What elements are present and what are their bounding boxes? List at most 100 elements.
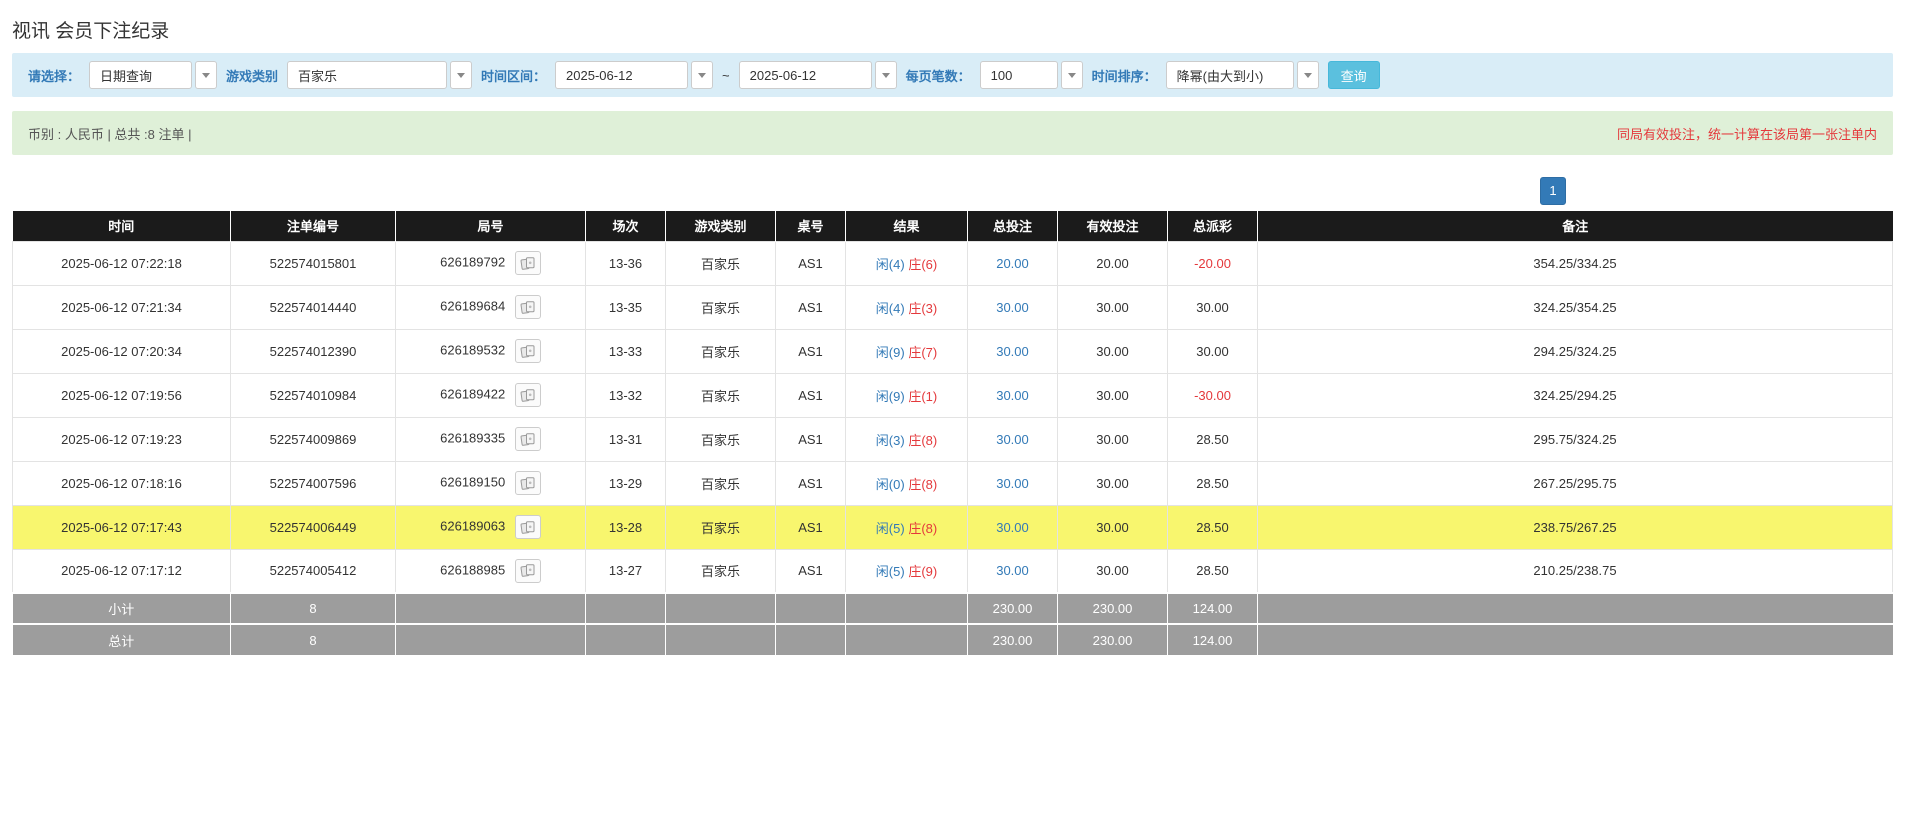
grand-total-payout: 124.00: [1167, 623, 1258, 655]
query-type-select[interactable]: 日期查询: [89, 61, 218, 89]
caret-icon: [1303, 72, 1312, 78]
column-header: 结果: [845, 211, 968, 241]
date-from-select[interactable]: 2025-06-12: [555, 61, 714, 89]
date-to-value: 2025-06-12: [738, 61, 872, 89]
column-header: 桌号: [775, 211, 846, 241]
column-header: 总派彩: [1167, 211, 1258, 241]
game-type-value: 百家乐: [287, 61, 448, 89]
result-banker: 庄(6): [908, 256, 938, 272]
cell-bet-id: 522574010984: [230, 372, 396, 418]
cell-remark: 210.25/238.75: [1257, 548, 1893, 594]
cell-time: 2025-06-12 07:19:23: [12, 416, 231, 462]
total-bet-link[interactable]: 30.00: [996, 476, 1029, 491]
cell-total-bet: 30.00: [967, 372, 1058, 418]
result-banker: 庄(8): [908, 476, 938, 492]
table-header-row: 时间 注单编号 局号 场次 游戏类别 桌号 结果 总投注 有效投注 总派彩 备注: [12, 211, 1893, 241]
cell-result: 闲(3) 庄(8): [845, 416, 968, 462]
view-cards-icon[interactable]: [514, 427, 541, 451]
round-id-text: 626189150: [440, 474, 506, 490]
table-body: 2025-06-12 07:22:18 522574015801 6261897…: [12, 240, 1893, 594]
chevron-down-icon[interactable]: [195, 61, 218, 89]
cell-round-id: 626189335: [395, 416, 586, 462]
chevron-down-icon[interactable]: [874, 61, 897, 89]
cell-total-bet: 30.00: [967, 504, 1058, 550]
per-page-select[interactable]: 100: [979, 61, 1083, 89]
total-bet-link[interactable]: 30.00: [996, 388, 1029, 403]
cell-game-type: 百家乐: [665, 240, 776, 286]
cell-session: 13-32: [585, 372, 666, 418]
cell-table-no: AS1: [775, 284, 846, 330]
total-bet-link[interactable]: 30.00: [996, 520, 1029, 535]
page-button-1[interactable]: 1: [1540, 177, 1566, 205]
chevron-down-icon[interactable]: [1296, 61, 1319, 89]
total-bet-link[interactable]: 30.00: [996, 432, 1029, 447]
grand-total-valid-bet: 230.00: [1057, 623, 1168, 655]
view-cards-icon[interactable]: [514, 515, 541, 539]
round-id-text: 626188985: [440, 562, 506, 578]
view-cards-icon[interactable]: [514, 558, 541, 583]
currency-total-info: 币别 : 人民币 | 总共 :8 注单 |: [28, 126, 192, 142]
view-cards-icon[interactable]: [514, 251, 541, 275]
table-row: 2025-06-12 07:19:23 522574009869 6261893…: [12, 416, 1893, 462]
view-cards-icon[interactable]: [514, 295, 541, 319]
cell-time: 2025-06-12 07:19:56: [12, 372, 231, 418]
result-banker: 庄(3): [908, 300, 938, 316]
subtotal-payout: 124.00: [1167, 592, 1258, 624]
subtotal-valid-bet: 230.00: [1057, 592, 1168, 624]
records-table: 时间 注单编号 局号 场次 游戏类别 桌号 结果 总投注 有效投注 总派彩 备注 2025-06-1…: [12, 211, 1893, 655]
column-header: 游戏类别: [665, 211, 776, 241]
total-bet-link[interactable]: 30.00: [996, 563, 1029, 578]
cell-session: 13-31: [585, 416, 666, 462]
round-id-text: 626189532: [440, 342, 506, 358]
total-bet-link[interactable]: 30.00: [996, 344, 1029, 359]
total-bet-link[interactable]: 20.00: [996, 256, 1029, 271]
cell-game-type: 百家乐: [665, 372, 776, 418]
cell-payout: 28.50: [1167, 548, 1258, 594]
sort-order-select[interactable]: 降幂(由大到小): [1165, 61, 1319, 89]
column-header: 注单编号: [230, 211, 396, 241]
cell-round-id: 626189063: [395, 504, 586, 550]
total-bet-link[interactable]: 30.00: [996, 300, 1029, 315]
result-banker: 庄(8): [908, 432, 938, 448]
cell-table-no: AS1: [775, 416, 846, 462]
cell-round-id: 626189792: [395, 240, 586, 286]
column-header: 场次: [585, 211, 666, 241]
caret-icon: [1067, 72, 1076, 78]
view-cards-icon[interactable]: [514, 383, 541, 407]
cell-bet-id: 522574006449: [230, 504, 396, 550]
cell-table-no: AS1: [775, 504, 846, 550]
date-to-select[interactable]: 2025-06-12: [738, 61, 897, 89]
cell-payout: 28.50: [1167, 460, 1258, 506]
cell-table-no: AS1: [775, 460, 846, 506]
view-cards-icon[interactable]: [514, 339, 541, 363]
cell-total-bet: 20.00: [967, 240, 1058, 286]
page-title: 视讯 会员下注纪录: [12, 21, 170, 42]
cell-bet-id: 522574012390: [230, 328, 396, 374]
cell-valid-bet: 30.00: [1057, 460, 1168, 506]
cell-remark: 294.25/324.25: [1257, 328, 1893, 374]
search-button[interactable]: 查询: [1327, 61, 1380, 89]
caret-icon: [698, 72, 707, 78]
view-cards-icon[interactable]: [514, 471, 541, 495]
result-player: 闲(0): [875, 476, 905, 492]
grand-total-total-bet: 230.00: [967, 623, 1058, 655]
cell-game-type: 百家乐: [665, 284, 776, 330]
cell-valid-bet: 30.00: [1057, 284, 1168, 330]
subtotal-row: 小计 8 230.00 230.00 124.00: [12, 592, 1893, 624]
cell-round-id: 626189150: [395, 460, 586, 506]
cell-total-bet: 30.00: [967, 328, 1058, 374]
cell-round-id: 626189532: [395, 328, 586, 374]
result-player: 闲(5): [875, 564, 905, 580]
cell-remark: 267.25/295.75: [1257, 460, 1893, 506]
range-separator: ~: [722, 67, 730, 83]
cell-round-id: 626189684: [395, 284, 586, 330]
game-type-select[interactable]: 百家乐: [287, 61, 473, 89]
chevron-down-icon[interactable]: [691, 61, 714, 89]
cell-result: 闲(5) 庄(9): [845, 548, 968, 594]
cell-bet-id: 522574015801: [230, 240, 396, 286]
chevron-down-icon[interactable]: [450, 61, 473, 89]
chevron-down-icon[interactable]: [1060, 61, 1083, 89]
cell-time: 2025-06-12 07:17:43: [12, 504, 231, 550]
cell-session: 13-35: [585, 284, 666, 330]
cell-session: 13-29: [585, 460, 666, 506]
